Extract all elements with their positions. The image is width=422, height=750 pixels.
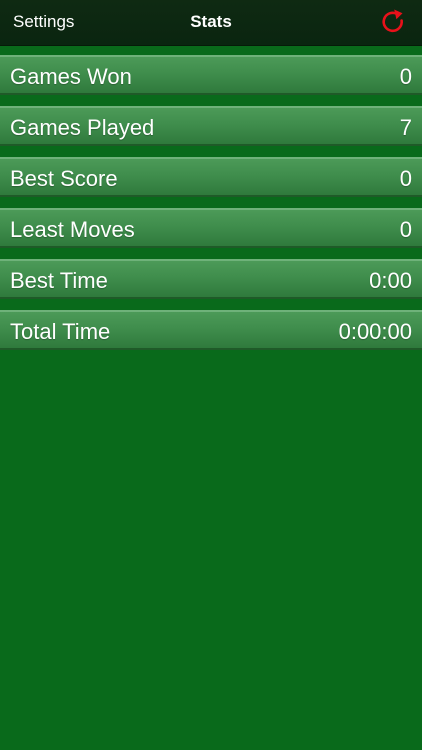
stat-value: 0: [399, 166, 412, 191]
stat-label: Total Time: [10, 319, 111, 344]
stat-value: 0: [399, 217, 412, 242]
stat-row-best-score: Best Score 0: [0, 157, 422, 197]
stat-row-games-won: Games Won 0: [0, 55, 422, 95]
stat-label: Games Played: [10, 115, 155, 140]
stat-value: 0: [399, 64, 412, 89]
refresh-icon: [382, 9, 403, 33]
stat-row-games-played: Games Played 7: [0, 106, 422, 146]
stat-row-least-moves: Least Moves 0: [0, 208, 422, 248]
stat-row-total-time: Total Time 0:00:00: [0, 310, 422, 350]
stat-value: 0:00:00: [338, 319, 412, 344]
stat-label: Games Won: [10, 64, 132, 89]
stat-value: 7: [399, 115, 412, 140]
stat-label: Best Score: [10, 166, 118, 191]
stat-row-best-time: Best Time 0:00: [0, 259, 422, 299]
settings-button[interactable]: Settings: [13, 12, 74, 32]
stat-label: Best Time: [10, 268, 108, 293]
refresh-button[interactable]: [380, 8, 406, 36]
stat-value: 0:00: [369, 268, 412, 293]
stat-label: Least Moves: [10, 217, 135, 242]
stats-list: Games Won 0 Games Played 7 Best Score 0 …: [0, 55, 422, 361]
nav-bar: Settings Stats: [0, 0, 422, 46]
page-title-text: Stats: [190, 12, 232, 31]
